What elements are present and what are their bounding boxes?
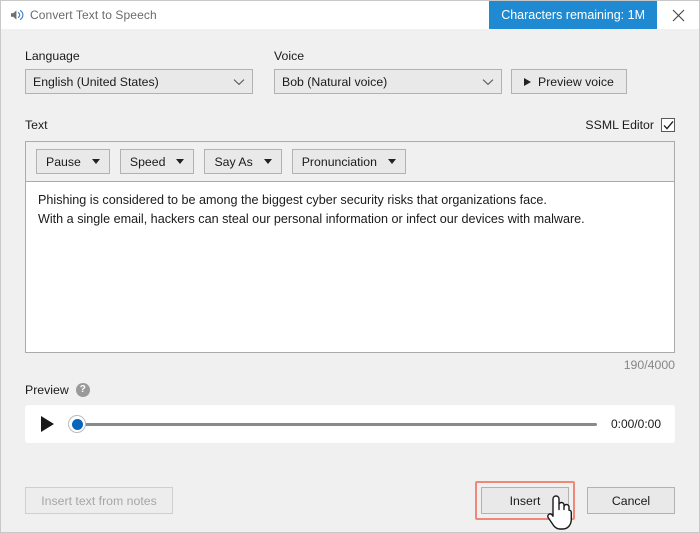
insert-button-label: Insert	[509, 493, 541, 508]
chevron-down-icon	[91, 159, 100, 164]
say-as-dropdown-label: Say As	[214, 154, 253, 169]
chevron-down-icon	[482, 78, 494, 86]
playback-time: 0:00/0:00	[610, 417, 661, 431]
text-line: With a single email, hackers can steal o…	[38, 212, 585, 227]
preview-header: Preview ?	[25, 383, 675, 397]
language-field: Language English (United States)	[25, 49, 253, 94]
slider-thumb[interactable]	[68, 415, 86, 433]
ssml-editor-label: SSML Editor	[585, 117, 654, 132]
insert-button-highlight: Insert	[475, 481, 575, 530]
pause-dropdown-label: Pause	[46, 154, 81, 169]
chevron-down-icon	[176, 159, 185, 164]
text-input-area[interactable]: Phishing is considered to be among the b…	[26, 182, 674, 352]
speed-dropdown-button[interactable]: Speed	[119, 149, 195, 174]
help-icon[interactable]: ?	[75, 383, 90, 397]
speaker-sound-icon	[8, 7, 25, 24]
chevron-down-icon	[263, 159, 272, 164]
close-icon[interactable]	[657, 1, 699, 29]
ssml-editor-panel: Pause Speed Say As Pronunciation Phishin…	[25, 141, 675, 353]
play-button[interactable]	[41, 416, 54, 432]
pause-dropdown-button[interactable]: Pause	[36, 149, 110, 174]
voice-select[interactable]: Bob (Natural voice)	[274, 69, 502, 94]
chevron-down-icon	[233, 78, 245, 86]
pronunciation-dropdown-button[interactable]: Pronunciation	[291, 149, 406, 174]
preview-voice-button[interactable]: Preview voice	[511, 69, 627, 94]
convert-text-to-speech-dialog: Convert Text to Speech Characters remain…	[0, 0, 700, 533]
audio-player: 0:00/0:00	[25, 405, 675, 443]
ssml-editor-toggle[interactable]: SSML Editor	[585, 117, 675, 132]
pronunciation-dropdown-label: Pronunciation	[301, 154, 377, 169]
text-label: Text	[25, 117, 48, 132]
text-section-header: Text SSML Editor	[25, 116, 675, 133]
cancel-button[interactable]: Cancel	[587, 487, 675, 514]
cancel-button-label: Cancel	[611, 493, 651, 508]
text-line: Phishing is considered to be among the b…	[38, 193, 547, 207]
ssml-toolbar: Pause Speed Say As Pronunciation	[26, 142, 674, 182]
preview-voice-label: Preview voice	[538, 74, 614, 89]
title-bar: Convert Text to Speech Characters remain…	[1, 1, 699, 29]
playback-slider[interactable]	[68, 415, 597, 433]
chevron-down-icon	[387, 159, 396, 164]
language-select[interactable]: English (United States)	[25, 69, 253, 94]
preview-label: Preview	[25, 383, 69, 397]
slider-track	[76, 422, 597, 426]
dialog-body: Language English (United States) Voice B…	[1, 29, 699, 532]
voice-select-value: Bob (Natural voice)	[282, 74, 388, 89]
dialog-footer: Insert text from notes Insert Cancel	[25, 481, 675, 530]
insert-text-from-notes-button[interactable]: Insert text from notes	[25, 487, 173, 514]
say-as-dropdown-button[interactable]: Say As	[204, 149, 282, 174]
insert-text-from-notes-label: Insert text from notes	[41, 493, 157, 508]
voice-settings-row: Language English (United States) Voice B…	[25, 49, 675, 94]
voice-field: Voice Bob (Natural voice)	[274, 49, 502, 94]
character-counter: 190/4000	[623, 358, 675, 372]
footer-actions: Insert Cancel	[475, 481, 675, 530]
window-title: Convert Text to Speech	[30, 8, 157, 22]
characters-remaining-badge: Characters remaining: 1M	[489, 1, 657, 29]
language-label: Language	[25, 49, 80, 63]
play-icon	[524, 77, 531, 86]
ssml-editor-checkbox[interactable]	[661, 117, 675, 132]
language-select-value: English (United States)	[33, 74, 159, 89]
voice-label: Voice	[274, 49, 305, 63]
insert-button[interactable]: Insert	[481, 487, 569, 514]
speed-dropdown-label: Speed	[129, 154, 166, 169]
